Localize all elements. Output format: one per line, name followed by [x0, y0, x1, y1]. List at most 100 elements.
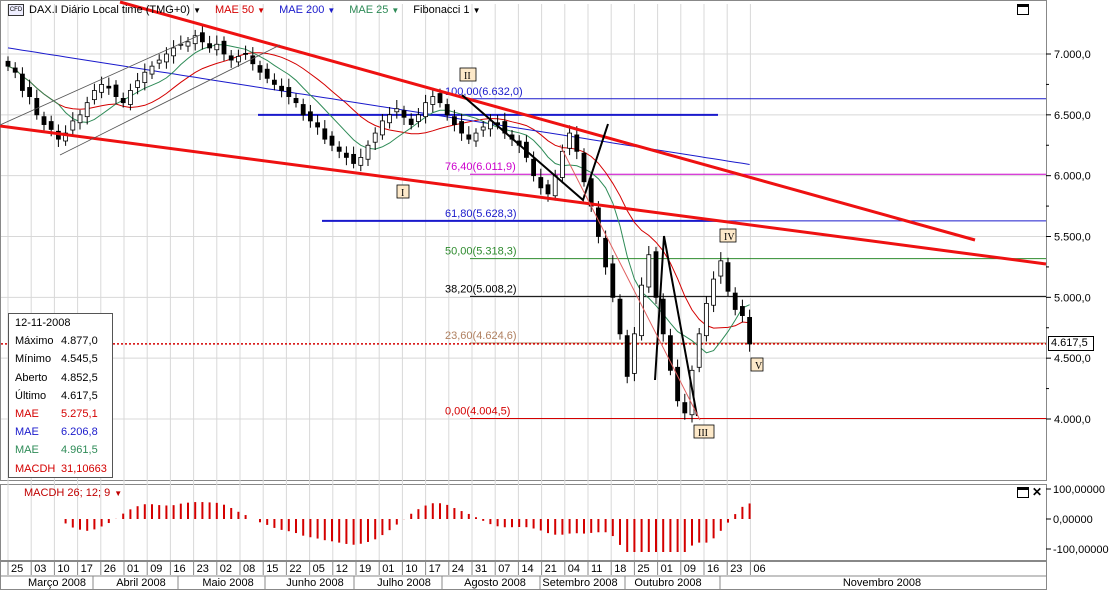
indicator-fibonacci[interactable]: Fibonacci 1 ▼ [413, 4, 480, 16]
candle-body [307, 111, 313, 122]
x-month-label: Março 2008 [28, 577, 86, 589]
candle-body [235, 56, 241, 63]
x-tick-label: 23 [730, 563, 742, 575]
candle-body [639, 284, 644, 337]
x-month-label: Maio 2008 [202, 577, 253, 589]
candle-body [624, 335, 630, 377]
candle-body [77, 114, 83, 124]
dropdown-arrow-icon: ▼ [193, 5, 201, 15]
data-window: 12-11-2008 Máximo 4.877,0 Mínimo 4.545,5 A… [8, 313, 113, 478]
wave-label: V [755, 361, 763, 372]
candle-body [466, 134, 472, 140]
candle-body [106, 85, 112, 89]
candle-body [459, 121, 465, 134]
y-tick-label: 7.000,0 [1054, 49, 1091, 61]
current-price-tag: 4.617,5 [1048, 336, 1094, 351]
x-tick-label: 03 [34, 563, 46, 575]
candle-body [531, 158, 536, 177]
candle-body [401, 110, 407, 118]
candle-body [27, 87, 33, 97]
macd-plot-area [0, 484, 1047, 561]
candle-body [343, 152, 349, 158]
candle-body [732, 292, 738, 310]
candle-body [34, 98, 40, 116]
candle-body [480, 126, 486, 131]
data-window-row: MAE 4.961,5 [15, 444, 98, 457]
wave-label: II [464, 71, 471, 82]
candle-body [99, 84, 104, 93]
dropdown-arrow-icon: ▼ [472, 5, 481, 15]
candle-body [538, 177, 544, 189]
candle-body [560, 150, 565, 178]
macd-tick-label: 0,00000 [1053, 514, 1093, 526]
candle-body [156, 59, 162, 64]
candle-body [322, 128, 328, 140]
candle-body [704, 303, 709, 337]
x-tick-label: 26 [104, 563, 116, 575]
candle-body [747, 317, 752, 345]
candle-body [293, 98, 299, 104]
indicator-mae50[interactable]: MAE 50 ▼ [215, 4, 265, 16]
candle-body [315, 122, 321, 128]
data-window-row: Último 4.617,5 [15, 389, 98, 402]
y-tick-label: 5.000,0 [1054, 292, 1091, 304]
wave-label: I [401, 188, 404, 199]
candle-body [329, 135, 335, 146]
candle-body [588, 178, 594, 207]
x-month-label: Julho 2008 [377, 577, 431, 589]
x-tick-label: 16 [173, 563, 185, 575]
candle-body [387, 114, 393, 124]
x-month-label: Agosto 2008 [464, 577, 526, 589]
candle-body [653, 251, 659, 298]
candle-body [552, 175, 558, 197]
candle-body [127, 90, 133, 105]
candle-body [264, 68, 270, 79]
close-macd-pane-icon[interactable]: ✕ [1032, 486, 1042, 498]
candle-body [711, 278, 716, 306]
x-month-label: Abril 2008 [116, 577, 166, 589]
price-axis: 4.000,0 4.500,0 5.000,0 5.500,0 6.000,0 6.500… [1046, 49, 1091, 426]
candle-body [567, 132, 572, 149]
candle-body [632, 333, 637, 374]
maximize-macd-pane-icon[interactable] [1017, 487, 1029, 498]
x-tick-label: 18 [614, 563, 626, 575]
x-tick-label: 01 [661, 563, 673, 575]
candle-body [48, 121, 54, 130]
chart-canvas: 100,00(6.632,0)76,40(6.011,9)61,80(5.628… [0, 0, 1109, 590]
data-window-row: MAE 5.275,1 [15, 408, 98, 421]
candle-body [135, 80, 141, 88]
candle-body [113, 84, 119, 97]
candle-body [171, 47, 177, 57]
candle-body [351, 153, 357, 164]
cfd-icon: CFD [8, 4, 24, 16]
x-tick-label: 19 [359, 563, 371, 575]
fib-level-label: 76,40(6.011,9) [445, 161, 516, 173]
candle-body [257, 65, 263, 73]
candle-body [696, 333, 702, 368]
x-tick-label: 14 [521, 563, 533, 575]
x-tick-label: 05 [313, 563, 325, 575]
candle-body [430, 96, 436, 105]
candle-body [610, 263, 616, 298]
indicator-mae200[interactable]: MAE 200 ▼ [279, 4, 335, 16]
candle-body [473, 132, 479, 142]
candle-body [207, 43, 213, 49]
instrument-selector[interactable]: CFD DAX.I Diário Local time (TMG+0) ▼ [8, 4, 201, 16]
x-tick-label: 25 [11, 563, 23, 575]
candle-body [70, 120, 76, 131]
candle-body [271, 79, 277, 85]
candle-body [358, 157, 364, 166]
candle-body [660, 298, 666, 335]
x-tick-label: 11 [591, 563, 602, 575]
maximize-price-pane-icon[interactable] [1017, 4, 1029, 15]
fib-level-label: 0,00(4.004,5) [445, 405, 510, 417]
candle-body [199, 32, 205, 43]
indicator-mae25[interactable]: MAE 25 ▼ [349, 4, 399, 16]
instrument-label: DAX.I Diário Local time (TMG+0) [29, 4, 191, 16]
macd-indicator-selector[interactable]: MACDH 26; 12; 9 ▼ [24, 487, 122, 499]
candle-body [682, 402, 688, 414]
candle-body [228, 55, 234, 61]
candle-body [286, 87, 292, 97]
macd-label: MACDH 26; 12; 9 [24, 487, 111, 499]
candle-body [92, 90, 97, 101]
